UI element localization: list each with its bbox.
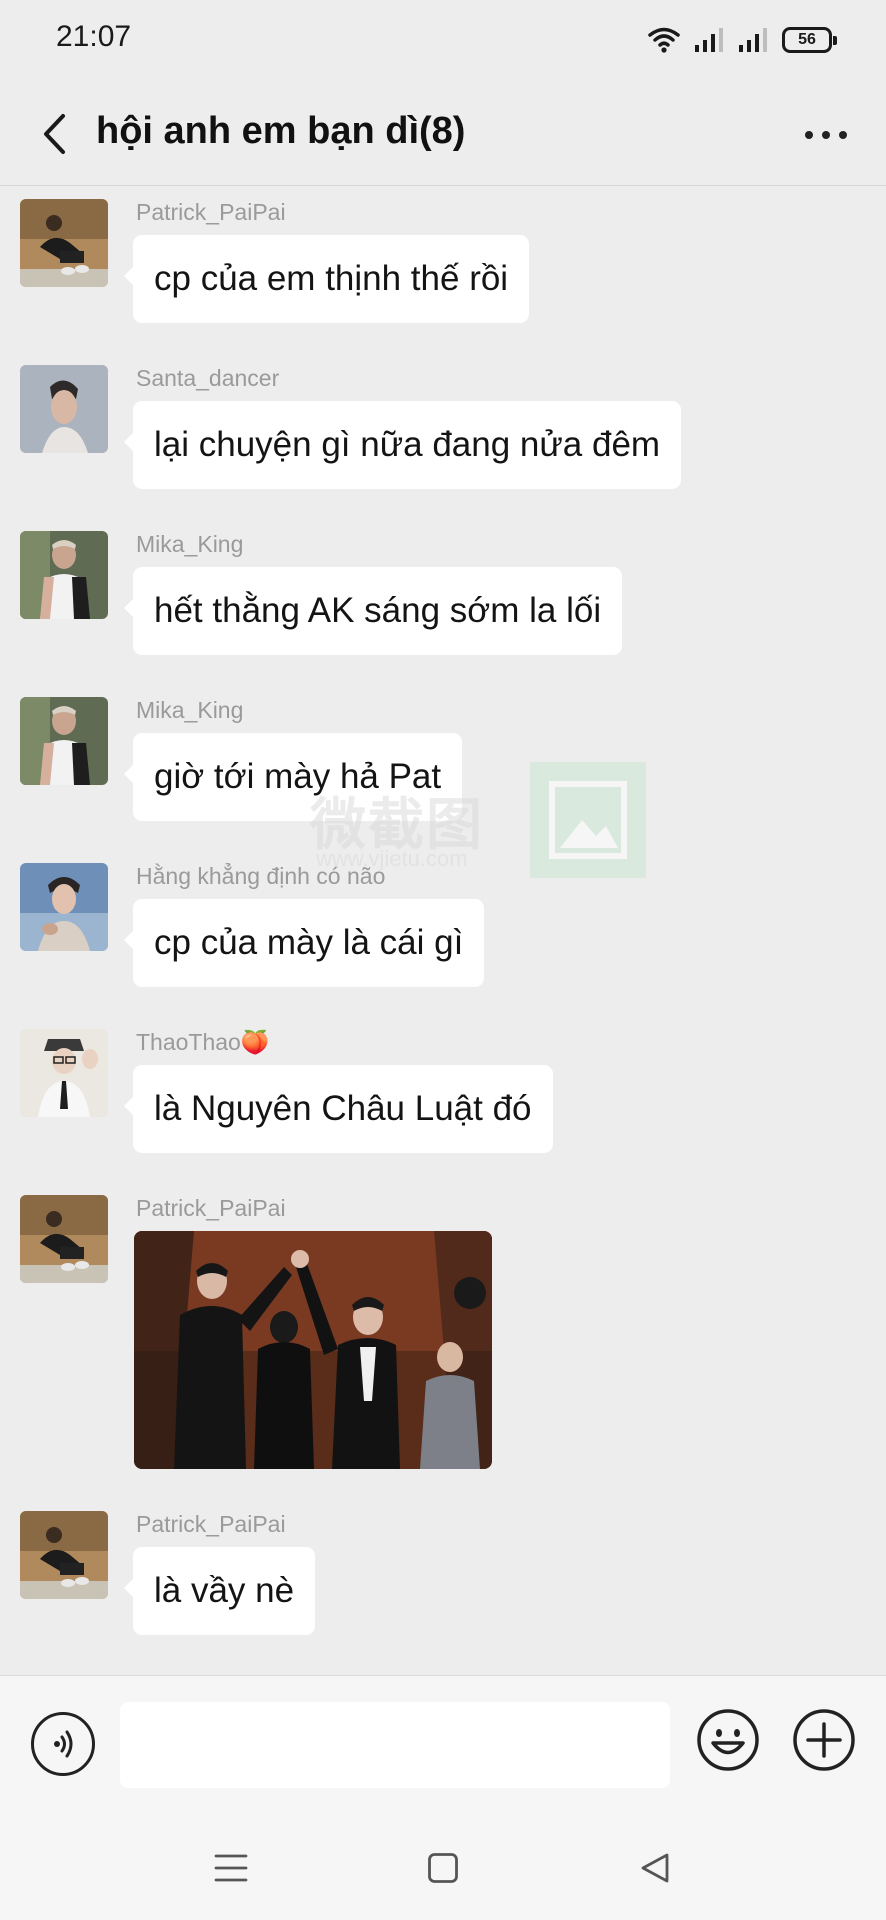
back-triangle-icon [641, 1853, 669, 1883]
wifi-icon [648, 27, 680, 53]
sender-name: Mika_King [136, 531, 244, 557]
message-item: Hằng khẳng định có não cp của mày là cái… [0, 851, 886, 1017]
message-bubble[interactable]: cp của em thịnh thế rồi [123, 235, 530, 323]
signal-icon [695, 28, 723, 52]
emoji-button[interactable] [696, 1708, 760, 1772]
plus-icon [793, 1709, 855, 1771]
message-item: Patrick_PaiPai là vầy nè [0, 1499, 886, 1669]
message-list[interactable]: Patrick_PaiPai cp của em thịnh thế rồi S… [0, 187, 886, 1675]
status-icons: 56 [648, 22, 837, 58]
back-nav-button[interactable] [630, 1843, 680, 1893]
sender-name: Hằng khẳng định có não [136, 863, 386, 889]
plus-button[interactable] [792, 1708, 856, 1772]
system-nav-bar [0, 1815, 886, 1920]
message-bubble[interactable]: là vầy nè [123, 1547, 316, 1635]
voice-button[interactable] [31, 1712, 95, 1776]
menu-button[interactable] [206, 1843, 256, 1893]
avatar[interactable] [20, 863, 108, 951]
avatar[interactable] [20, 365, 108, 453]
sender-name: Patrick_PaiPai [136, 1195, 286, 1221]
menu-icon [214, 1854, 248, 1882]
signal-icon [739, 28, 767, 52]
input-bar [0, 1675, 886, 1815]
sender-name: Mika_King [136, 697, 244, 723]
message-item: Patrick_PaiPai cp của em thịnh thế rồi [0, 187, 886, 353]
chevron-left-icon [44, 114, 65, 154]
message-item: Patrick_PaiPai [0, 1183, 886, 1499]
photo-message[interactable] [134, 1231, 492, 1469]
avatar[interactable] [20, 1511, 108, 1599]
avatar[interactable] [20, 697, 108, 785]
message-bubble[interactable]: hết thằng AK sáng sớm la lối [123, 567, 623, 655]
message-input[interactable] [120, 1702, 670, 1788]
status-time: 21:07 [56, 20, 132, 53]
message-item: Mika_King hết thằng AK sáng sớm la lối [0, 519, 886, 685]
avatar[interactable] [20, 1195, 108, 1283]
sender-name: ThaoThao🍑 [136, 1029, 270, 1055]
sender-name: Patrick_PaiPai [136, 1511, 286, 1537]
avatar[interactable] [20, 1029, 108, 1117]
more-horizontal-icon [805, 131, 813, 139]
avatar[interactable] [20, 199, 108, 287]
message-item: ThaoThao🍑 là Nguyên Châu Luật đó [0, 1017, 886, 1183]
emoji-icon [697, 1709, 759, 1771]
chat-title: hội anh em bạn dì(8) [96, 110, 466, 152]
message-bubble[interactable]: là Nguyên Châu Luật đó [124, 1065, 553, 1153]
status-bar: 21:07 56 [0, 0, 886, 80]
message-bubble[interactable]: giờ tới mày hả Pat [123, 733, 463, 821]
sender-name: Santa_dancer [136, 365, 280, 391]
home-square-icon [428, 1853, 458, 1883]
back-button[interactable] [30, 106, 80, 162]
home-button[interactable] [418, 1843, 468, 1893]
voice-icon [54, 1730, 73, 1758]
sender-name: Patrick_PaiPai [136, 199, 286, 225]
chat-header: hội anh em bạn dì(8) [0, 80, 886, 186]
message-item: Mika_King giờ tới mày hả Pat [0, 685, 886, 851]
message-item: Santa_dancer lại chuyện gì nữa đang nửa … [0, 353, 886, 519]
message-bubble[interactable]: lại chuyện gì nữa đang nửa đêm [123, 401, 682, 489]
more-options-button[interactable] [796, 110, 856, 160]
battery-icon: 56 [782, 27, 837, 53]
message-bubble[interactable]: cp của mày là cái gì [123, 899, 485, 987]
avatar[interactable] [20, 531, 108, 619]
